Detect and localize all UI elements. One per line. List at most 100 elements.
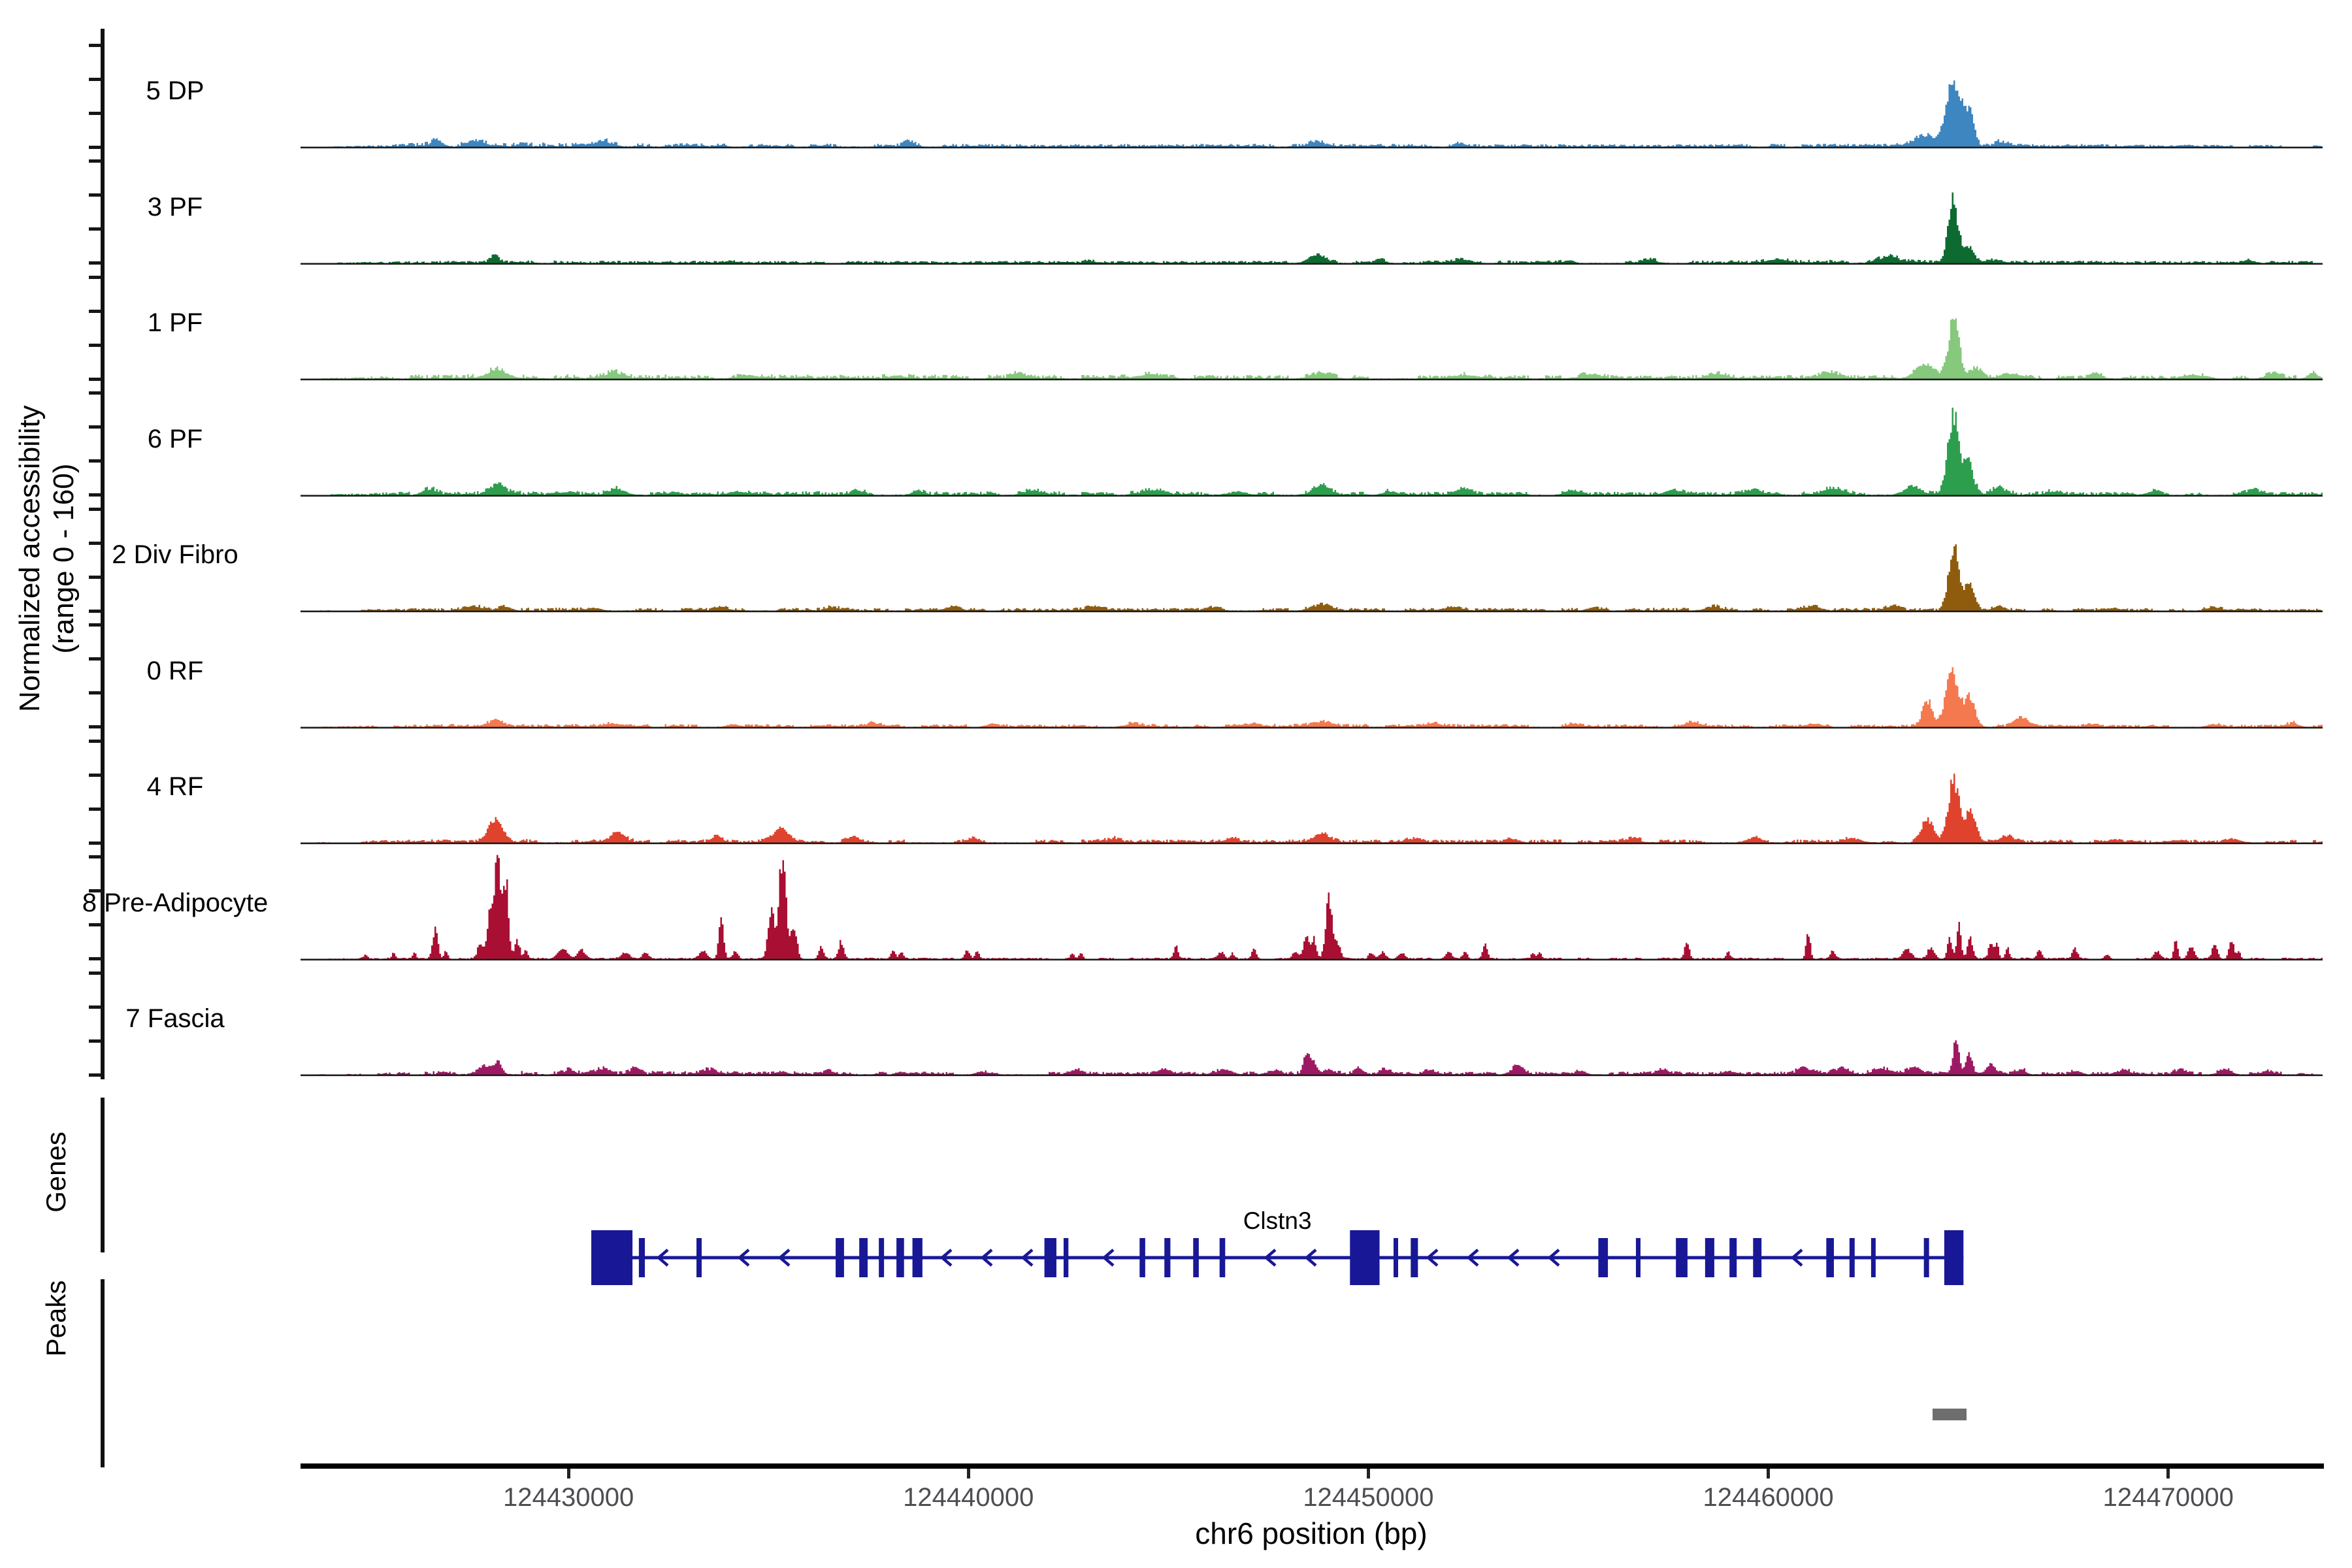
gene-exon <box>1636 1238 1641 1277</box>
track-baseline <box>301 611 2323 613</box>
y-axis-tick <box>89 1073 102 1077</box>
y-axis-tick <box>89 841 102 845</box>
gene-exon <box>1164 1238 1170 1277</box>
x-axis-tick-label: 124460000 <box>1671 1483 1867 1512</box>
coverage-track-4-rf <box>301 731 2323 845</box>
gene-exon <box>896 1238 904 1277</box>
gene-exon <box>1753 1238 1761 1277</box>
gene-exon <box>1045 1238 1056 1277</box>
x-axis-tick-label: 124430000 <box>470 1483 666 1512</box>
coverage-track-8-pre-adipocyte <box>301 847 2323 961</box>
coverage-track-5-dp <box>301 35 2323 149</box>
y-axis-tick <box>89 112 102 115</box>
track-label-3-pf: 3 PF <box>38 193 312 222</box>
x-axis-tick-label: 124440000 <box>870 1483 1066 1512</box>
called-peak-region <box>1933 1409 1967 1420</box>
y-axis-tick <box>89 691 102 694</box>
y-axis-tick <box>89 378 102 381</box>
gene-exon <box>591 1230 632 1285</box>
y-axis-tick <box>89 957 102 960</box>
gene-exon <box>1598 1238 1608 1277</box>
y-axis-tick <box>89 493 102 497</box>
y-axis-tick <box>89 610 102 613</box>
track-label-7-fascia: 7 Fascia <box>38 1004 312 1034</box>
gene-exon <box>1944 1230 1963 1285</box>
gene-exon <box>696 1238 702 1277</box>
coverage-area <box>301 408 2323 495</box>
coverage-area <box>301 667 2323 727</box>
peaks-section-label: Peaks <box>41 1220 71 1416</box>
gene-exon <box>1394 1238 1398 1277</box>
x-axis-tick <box>567 1469 570 1478</box>
track-baseline <box>301 1075 2323 1077</box>
x-axis-line <box>301 1463 2324 1469</box>
y-axis-tick <box>89 623 102 627</box>
coverage-area <box>301 192 2323 263</box>
coverage-area <box>301 318 2323 379</box>
coverage-track-1-pf <box>301 267 2323 381</box>
genome-browser-figure: Normalized accessibility (range 0 - 160)… <box>0 0 2352 1568</box>
track-baseline <box>301 843 2323 845</box>
coverage-track-7-fascia <box>301 963 2323 1077</box>
coverage-track-3-pf <box>301 152 2323 265</box>
gene-exon <box>836 1238 844 1277</box>
x-axis-tick <box>2166 1469 2170 1478</box>
gene-model-clstn3 <box>301 1212 2323 1303</box>
gene-exon <box>1139 1238 1145 1277</box>
coverage-area <box>301 855 2323 958</box>
track-label-2-div-fibro: 2 Div Fibro <box>38 540 312 570</box>
gene-exon <box>913 1238 923 1277</box>
track-label-1-pf: 1 PF <box>38 308 312 338</box>
gene-exon <box>1871 1238 1876 1277</box>
y-axis-tick <box>89 344 102 347</box>
y-axis-tick <box>89 391 102 395</box>
y-axis-tick <box>89 44 102 47</box>
coverage-area <box>301 80 2323 147</box>
gene-exon <box>879 1238 884 1277</box>
x-axis-tick <box>1767 1469 1770 1478</box>
coverage-track-6-pf <box>301 384 2323 497</box>
genes-axis-bar <box>101 1098 105 1252</box>
gene-exon <box>1924 1238 1929 1277</box>
gene-exon <box>1826 1238 1834 1277</box>
y-axis-tick <box>89 159 102 163</box>
coverage-area <box>301 1040 2323 1075</box>
y-axis-tick <box>89 1039 102 1043</box>
coverage-track-2-div-fibro <box>301 499 2323 613</box>
track-baseline <box>301 727 2323 728</box>
gene-exon <box>1193 1238 1199 1277</box>
gene-exon <box>639 1238 645 1277</box>
track-label-6-pf: 6 PF <box>38 425 312 454</box>
gene-exon <box>1705 1238 1714 1277</box>
gene-exon <box>1729 1238 1737 1277</box>
gene-exon <box>859 1238 868 1277</box>
track-baseline <box>301 495 2323 497</box>
gene-exon <box>1350 1230 1379 1285</box>
y-axis-tick <box>89 508 102 511</box>
track-label-5-dp: 5 DP <box>38 76 312 106</box>
y-axis-tick <box>89 808 102 811</box>
y-axis-tick <box>89 725 102 728</box>
coverage-track-0-rf <box>301 615 2323 729</box>
gene-exon <box>1676 1238 1688 1277</box>
y-axis-tick <box>89 276 102 279</box>
coverage-area <box>301 774 2323 843</box>
x-axis-title: chr6 position (bp) <box>985 1516 1638 1551</box>
track-label-0-rf: 0 RF <box>38 657 312 686</box>
gene-exon <box>1220 1238 1226 1277</box>
track-baseline <box>301 958 2323 960</box>
track-baseline <box>301 147 2323 149</box>
gene-exon <box>1850 1238 1855 1277</box>
gene-model-plot <box>301 1212 2323 1307</box>
gene-exon <box>1411 1238 1418 1277</box>
y-axis-tick <box>89 459 102 463</box>
x-axis-tick-label: 124470000 <box>2070 1483 2266 1512</box>
x-axis-tick <box>1367 1469 1370 1478</box>
y-axis-tick <box>89 740 102 743</box>
y-axis-tick <box>89 227 102 231</box>
y-axis-tick <box>89 972 102 975</box>
track-baseline <box>301 263 2323 265</box>
track-label-4-rf: 4 RF <box>38 772 312 802</box>
track-baseline <box>301 379 2323 381</box>
coverage-area <box>301 544 2323 611</box>
